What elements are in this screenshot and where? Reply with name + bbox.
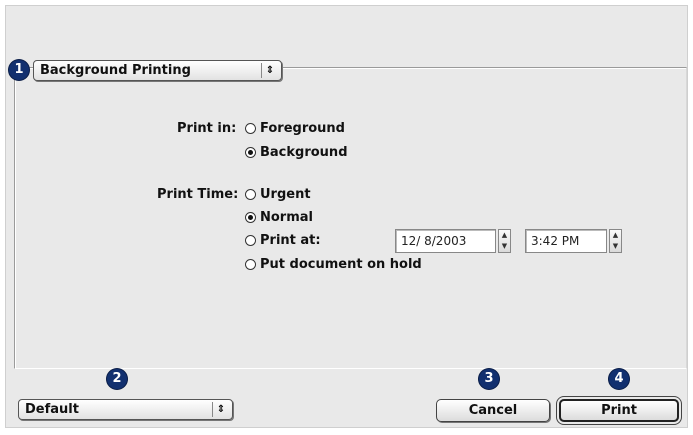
- print-time-label: Print Time:: [157, 187, 239, 202]
- time-stepper[interactable]: ▲ ▼: [609, 229, 622, 253]
- stepper-up-icon[interactable]: ▲: [610, 230, 621, 241]
- callout-badge-4: 4: [609, 369, 629, 389]
- preset-select-label: Default: [25, 402, 79, 417]
- radio-icon: [245, 189, 256, 200]
- radio-selected-icon: [245, 212, 256, 223]
- print-time-field[interactable]: 3:42 PM: [525, 229, 607, 253]
- radio-icon: [245, 235, 256, 246]
- callout-badge-1: 1: [9, 60, 29, 80]
- cancel-button[interactable]: Cancel: [436, 399, 550, 422]
- callout-badge-3: 3: [479, 369, 499, 389]
- radio-put-on-hold[interactable]: Put document on hold: [245, 257, 422, 272]
- print-date-field[interactable]: 12/ 8/2003: [395, 229, 496, 253]
- chevron-updown-icon: ⇕: [261, 63, 278, 78]
- panel-select-label: Background Printing: [40, 63, 191, 78]
- panel-select-popup[interactable]: Background Printing ⇕: [33, 60, 282, 81]
- radio-foreground[interactable]: Foreground: [245, 121, 345, 136]
- print-in-label: Print in:: [177, 121, 237, 136]
- background-printing-panel: [14, 67, 687, 369]
- radio-selected-icon: [245, 147, 256, 158]
- radio-urgent[interactable]: Urgent: [245, 187, 311, 202]
- callout-badge-2: 2: [107, 369, 127, 389]
- radio-print-at-label: Print at:: [260, 233, 321, 248]
- preset-select-popup[interactable]: Default ⇕: [18, 399, 233, 420]
- radio-foreground-label: Foreground: [260, 121, 345, 136]
- radio-background-label: Background: [260, 145, 348, 160]
- radio-urgent-label: Urgent: [260, 187, 311, 202]
- stepper-down-icon[interactable]: ▼: [499, 241, 510, 252]
- stepper-up-icon[interactable]: ▲: [499, 230, 510, 241]
- date-stepper[interactable]: ▲ ▼: [498, 229, 511, 253]
- radio-icon: [245, 123, 256, 134]
- stepper-down-icon[interactable]: ▼: [610, 241, 621, 252]
- radio-normal[interactable]: Normal: [245, 210, 313, 225]
- print-button[interactable]: Print: [559, 399, 679, 422]
- radio-background[interactable]: Background: [245, 145, 348, 160]
- radio-normal-label: Normal: [260, 210, 313, 225]
- radio-print-at[interactable]: Print at:: [245, 233, 321, 248]
- radio-put-on-hold-label: Put document on hold: [260, 257, 422, 272]
- radio-icon: [245, 259, 256, 270]
- chevron-updown-icon: ⇕: [212, 402, 229, 417]
